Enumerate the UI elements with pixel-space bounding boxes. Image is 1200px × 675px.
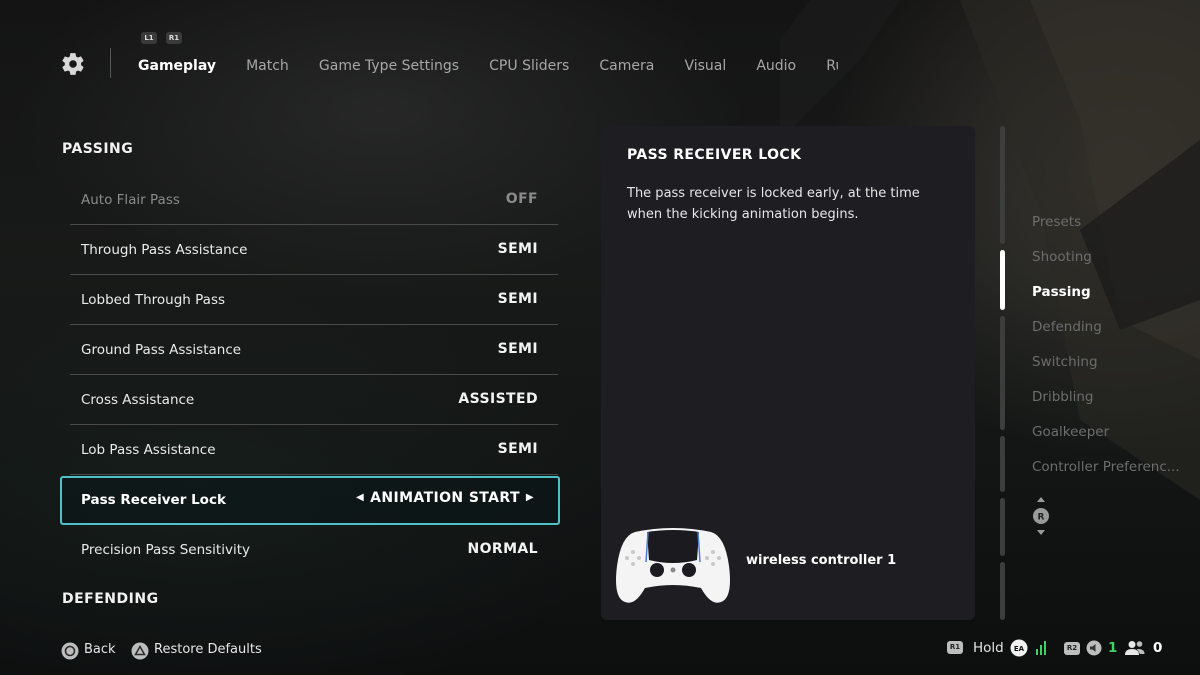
setting-label: Precision Pass Sensitivity	[81, 542, 250, 558]
setting-value: ASSISTED	[458, 391, 538, 407]
top-tab-bar: Gameplay Match Game Type Settings CPU Sl…	[138, 55, 838, 77]
setting-value: SEMI	[497, 241, 538, 257]
setting-label: Lob Pass Assistance	[81, 442, 216, 458]
circle-button-icon	[61, 642, 79, 660]
right-stick-scroll-icon: R	[1033, 497, 1049, 535]
nav-divider	[110, 48, 111, 78]
category-passing[interactable]: Passing	[1032, 284, 1182, 319]
ea-logo-icon: EA	[1010, 639, 1028, 657]
scroll-segment	[1000, 316, 1005, 430]
setting-value: NORMAL	[467, 541, 538, 557]
setting-label: Through Pass Assistance	[81, 242, 248, 258]
tab-audio[interactable]: Audio	[756, 58, 796, 74]
count-zero: 0	[1153, 640, 1163, 656]
setting-row-pass-receiver-lock[interactable]: Pass Receiver Lock ◀ ANIMATION START ▶	[60, 476, 560, 525]
scroll-segment	[1000, 562, 1005, 620]
category-presets[interactable]: Presets	[1032, 214, 1182, 249]
category-dribbling[interactable]: Dribbling	[1032, 389, 1182, 424]
arrow-right-icon[interactable]: ▶	[526, 492, 534, 503]
category-switching[interactable]: Switching	[1032, 354, 1182, 389]
scroll-segment	[1000, 498, 1005, 556]
hold-label: Hold	[973, 640, 1004, 656]
svg-text:R: R	[1038, 513, 1045, 523]
scroll-segment	[1000, 126, 1005, 244]
tab-visual[interactable]: Visual	[684, 58, 726, 74]
l1-bumper-icon: L1	[141, 32, 157, 44]
signal-bars-icon	[1036, 641, 1046, 655]
controller-label: wireless controller 1	[746, 553, 897, 568]
category-goalkeeper[interactable]: Goalkeeper	[1032, 424, 1182, 459]
category-defending[interactable]: Defending	[1032, 319, 1182, 354]
description-text: The pass receiver is locked early, at th…	[627, 186, 920, 222]
setting-value: ANIMATION START	[370, 490, 520, 506]
description-title: PASS RECEIVER LOCK	[627, 147, 802, 163]
scroll-segment	[1000, 436, 1005, 492]
players-icon	[1125, 641, 1145, 655]
tab-game-type-settings[interactable]: Game Type Settings	[319, 58, 459, 74]
setting-row-lobbed-through-pass[interactable]: Lobbed Through Pass SEMI	[70, 275, 558, 325]
setting-value-selector: ◀ ANIMATION START ▶	[350, 490, 540, 506]
category-shooting[interactable]: Shooting	[1032, 249, 1182, 284]
category-list: Presets Shooting Passing Defending Switc…	[1032, 214, 1182, 494]
setting-row-cross-assistance[interactable]: Cross Assistance ASSISTED	[70, 375, 558, 425]
tab-match[interactable]: Match	[246, 58, 289, 74]
setting-label: Pass Receiver Lock	[81, 492, 226, 508]
setting-label: Ground Pass Assistance	[81, 342, 242, 358]
tab-camera[interactable]: Camera	[599, 58, 654, 74]
back-button[interactable]: Back	[84, 642, 116, 657]
setting-value: SEMI	[497, 441, 538, 457]
setting-row-lob-pass-assistance[interactable]: Lob Pass Assistance SEMI	[70, 425, 558, 475]
r1-button-icon: R1	[947, 641, 963, 654]
setting-label: Auto Flair Pass	[81, 192, 180, 208]
controller-icon	[616, 528, 730, 603]
settings-gear-icon[interactable]	[60, 51, 86, 77]
section-heading-passing: PASSING	[62, 141, 134, 157]
setting-row-precision-pass-sensitivity[interactable]: Precision Pass Sensitivity NORMAL	[70, 525, 558, 574]
category-controller-preferences[interactable]: Controller Preferenc...	[1032, 459, 1182, 494]
r1-bumper-icon: R1	[166, 32, 182, 44]
setting-row-ground-pass-assistance[interactable]: Ground Pass Assistance SEMI	[70, 325, 558, 375]
tab-gameplay[interactable]: Gameplay	[138, 58, 216, 74]
count-one: 1	[1108, 640, 1118, 656]
tab-rules[interactable]: Rules	[826, 58, 838, 74]
r2-trigger-icon: R2	[1064, 642, 1080, 655]
restore-defaults-button[interactable]: Restore Defaults	[154, 642, 262, 657]
setting-label: Cross Assistance	[81, 392, 195, 408]
setting-row-through-pass-assistance[interactable]: Through Pass Assistance SEMI	[70, 225, 558, 275]
description-panel: PASS RECEIVER LOCK The pass receiver is …	[601, 126, 975, 620]
svg-text:EA: EA	[1014, 645, 1025, 653]
triangle-button-icon	[131, 642, 149, 660]
setting-value: SEMI	[497, 291, 538, 307]
setting-value: OFF	[505, 191, 538, 207]
setting-label: Lobbed Through Pass	[81, 292, 226, 308]
setting-row-auto-flair-pass[interactable]: Auto Flair Pass OFF	[70, 175, 558, 225]
settings-list: Auto Flair Pass OFF Through Pass Assista…	[60, 175, 560, 574]
scroll-thumb[interactable]	[1000, 250, 1005, 310]
speaker-icon	[1086, 640, 1102, 656]
setting-value: SEMI	[497, 341, 538, 357]
section-heading-defending: DEFENDING	[62, 591, 159, 607]
tab-cpu-sliders[interactable]: CPU Sliders	[489, 58, 569, 74]
arrow-left-icon[interactable]: ◀	[356, 492, 364, 503]
